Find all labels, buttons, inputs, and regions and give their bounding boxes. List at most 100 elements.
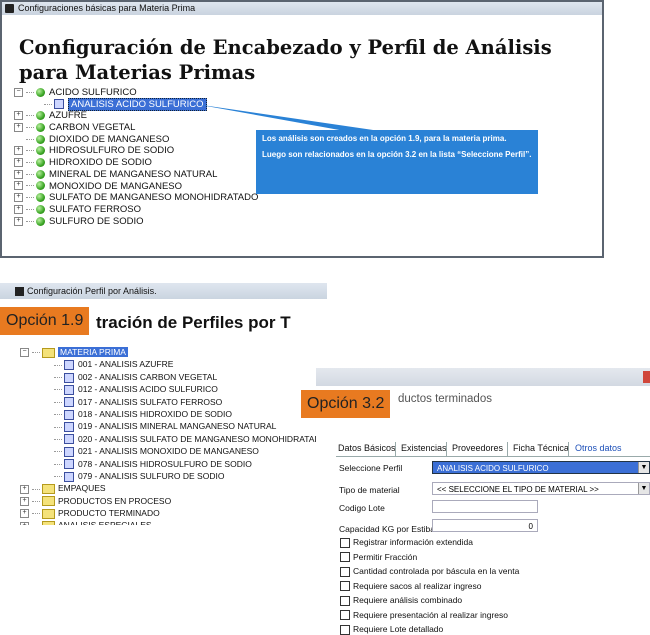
folder-open-icon bbox=[42, 347, 55, 358]
document-icon bbox=[64, 422, 74, 433]
perfil-item-label: 020 - ANALISIS SULFATO DE MANGANESO MONO… bbox=[78, 433, 328, 444]
perfil-select-value: ANALISIS ACIDO SULFURICO bbox=[437, 464, 549, 473]
document-icon bbox=[64, 409, 74, 420]
tab-underline bbox=[336, 456, 650, 457]
callout-line-1: Los análisis son creados en la opción 1.… bbox=[262, 134, 507, 143]
tab-proveedores[interactable]: Proveedores bbox=[452, 440, 503, 456]
checkbox-label: Permitir Fracción bbox=[353, 551, 418, 562]
tab-ficha-tecnica[interactable]: Ficha Técnica bbox=[513, 440, 569, 456]
folder-node[interactable]: + EMPAQUES bbox=[20, 482, 327, 495]
perfil-tree-item[interactable]: 012 - ANALISIS ACIDO SULFURICO bbox=[20, 383, 327, 395]
perfil-item-label: 079 - ANALISIS SULFURO DE SODIO bbox=[78, 470, 225, 481]
option-checkbox[interactable]: Requiere presentación al realizar ingres… bbox=[340, 609, 508, 621]
perfil-tree-item[interactable]: 001 - ANALISIS AZUFRE bbox=[20, 358, 327, 371]
folder-label: PRODUCTOS EN PROCESO bbox=[58, 495, 172, 506]
option-checkbox[interactable]: Requiere Lote detallado bbox=[340, 623, 443, 635]
folder-label: PRODUCTO TERMINADO bbox=[58, 508, 160, 519]
folder-label: EMPAQUES bbox=[58, 483, 106, 494]
checkbox-box[interactable] bbox=[340, 566, 350, 577]
option-checkbox[interactable]: Cantidad controlada por báscula en la ve… bbox=[340, 565, 519, 577]
folder-label: ANALISIS ESPECIALES bbox=[58, 520, 152, 526]
option-checkbox[interactable]: Requiere análisis combinado bbox=[340, 594, 462, 606]
folder-node[interactable]: + PRODUCTOS EN PROCESO bbox=[20, 495, 327, 507]
tree-connector bbox=[54, 451, 62, 453]
document-icon bbox=[64, 384, 74, 395]
perfil-item-label: 012 - ANALISIS ACIDO SULFURICO bbox=[78, 384, 218, 395]
checkbox-box[interactable] bbox=[340, 537, 350, 548]
perfil-tree-item[interactable]: 021 - ANALISIS MONOXIDO DE MANGANESO bbox=[20, 445, 327, 457]
tree-connector bbox=[54, 377, 62, 379]
chevron-down-icon[interactable]: ▼ bbox=[638, 483, 649, 494]
tab-separator bbox=[446, 442, 447, 456]
document-icon bbox=[64, 471, 74, 482]
perfil-analisis-tree: − MATERIA PRIMA 001 - ANALISIS AZUFRE 002 -… bbox=[20, 346, 327, 526]
checkbox-box[interactable] bbox=[340, 581, 350, 592]
codigo-lote-label: Codigo Lote bbox=[339, 503, 385, 513]
checkbox-label: Registrar información extendida bbox=[353, 537, 474, 547]
tab-existencias[interactable]: Existencias bbox=[401, 440, 447, 456]
perfil-tree-item[interactable]: 018 - ANALISIS HIDROXIDO DE SODIO bbox=[20, 408, 327, 420]
checkbox-box[interactable] bbox=[340, 595, 350, 606]
checkbox-box[interactable] bbox=[340, 552, 350, 563]
perfil-tree-item[interactable]: 019 - ANALISIS MINERAL MANGANESO NATURAL bbox=[20, 420, 327, 433]
app-icon bbox=[15, 287, 24, 296]
tipo-material-value: << SELECCIONE EL TIPO DE MATERIAL >> bbox=[437, 485, 599, 494]
tree-connector bbox=[54, 414, 62, 416]
close-icon[interactable] bbox=[643, 371, 650, 383]
perfil-window-title: Configuración Perfil por Análisis. bbox=[27, 286, 157, 296]
capacidad-input[interactable]: 0 bbox=[432, 519, 538, 532]
document-icon bbox=[64, 397, 74, 408]
option-checkbox[interactable]: Permitir Fracción bbox=[340, 551, 417, 563]
producto-window-title: ductos terminados bbox=[398, 393, 492, 405]
collapse-icon[interactable]: − bbox=[20, 348, 29, 358]
checkbox-box[interactable] bbox=[340, 624, 350, 635]
perfil-item-label: 001 - ANALISIS AZUFRE bbox=[78, 359, 174, 370]
tree-connector bbox=[54, 401, 62, 403]
tree-connector bbox=[32, 488, 40, 490]
tab-separator bbox=[568, 442, 569, 456]
perfil-tree-item[interactable]: 002 - ANALISIS CARBON VEGETAL bbox=[20, 371, 327, 383]
perfil-item-label: 018 - ANALISIS HIDROXIDO DE SODIO bbox=[78, 408, 232, 419]
tipo-material-label: Tipo de material bbox=[339, 485, 400, 495]
folder-icon bbox=[42, 508, 55, 519]
tree-connector bbox=[54, 389, 62, 391]
expand-icon[interactable]: + bbox=[20, 521, 29, 526]
folder-icon bbox=[42, 496, 55, 507]
tree-root-node[interactable]: − MATERIA PRIMA bbox=[20, 346, 327, 358]
checkbox-label: Requiere sacos al realizar ingreso bbox=[353, 580, 482, 591]
expand-icon[interactable]: + bbox=[20, 509, 29, 519]
expand-icon[interactable]: + bbox=[20, 496, 29, 506]
tree-connector bbox=[54, 476, 62, 478]
document-icon bbox=[64, 372, 74, 383]
checkbox-label: Cantidad controlada por báscula en la ve… bbox=[353, 566, 520, 576]
option-checkbox[interactable]: Registrar información extendida bbox=[340, 536, 473, 548]
checkbox-label: Requiere presentación al realizar ingres… bbox=[353, 609, 508, 620]
callout-line-2: Luego son relacionados en la opción 3.2 … bbox=[262, 150, 532, 159]
document-icon bbox=[64, 434, 74, 445]
tipo-material-select[interactable]: << SELECCIONE EL TIPO DE MATERIAL >> ▼ bbox=[432, 482, 650, 495]
folder-node[interactable]: + ANALISIS ESPECIALES bbox=[20, 519, 327, 526]
checkbox-label: Requiere análisis combinado bbox=[353, 595, 463, 605]
perfil-tree-item[interactable]: 079 - ANALISIS SULFURO DE SODIO bbox=[20, 470, 327, 482]
tree-connector bbox=[54, 364, 62, 366]
checkbox-box[interactable] bbox=[340, 610, 350, 621]
tree-connector bbox=[54, 463, 62, 465]
folder-node[interactable]: + PRODUCTO TERMINADO bbox=[20, 507, 327, 519]
perfil-item-label: 017 - ANALISIS SULFATO FERROSO bbox=[78, 396, 223, 407]
perfil-item-label: 021 - ANALISIS MONOXIDO DE MANGANESO bbox=[78, 446, 259, 457]
info-callout: Los análisis son creados en la opción 1.… bbox=[256, 130, 538, 194]
codigo-lote-input[interactable] bbox=[432, 500, 538, 513]
chevron-down-icon[interactable]: ▼ bbox=[638, 462, 649, 473]
perfil-tree-item[interactable]: 078 - ANALISIS HIDROSULFURO DE SODIO bbox=[20, 458, 327, 470]
document-icon bbox=[64, 446, 74, 457]
option-1-9-tag: Opción 1.9 bbox=[0, 307, 90, 335]
perfil-tree-item[interactable]: 017 - ANALISIS SULFATO FERROSO bbox=[20, 396, 327, 408]
tab-otros-datos[interactable]: Otros datos bbox=[575, 440, 622, 456]
option-checkbox[interactable]: Requiere sacos al realizar ingreso bbox=[340, 580, 482, 592]
tab-datos-basicos[interactable]: Datos Básicos bbox=[338, 440, 396, 456]
perfil-tree-item[interactable]: 020 - ANALISIS SULFATO DE MANGANESO MONO… bbox=[20, 433, 327, 445]
perfil-select[interactable]: ANALISIS ACIDO SULFURICO ▼ bbox=[432, 461, 650, 474]
expand-icon[interactable]: + bbox=[20, 484, 29, 494]
tree-connector bbox=[32, 500, 40, 502]
document-icon bbox=[64, 459, 74, 470]
